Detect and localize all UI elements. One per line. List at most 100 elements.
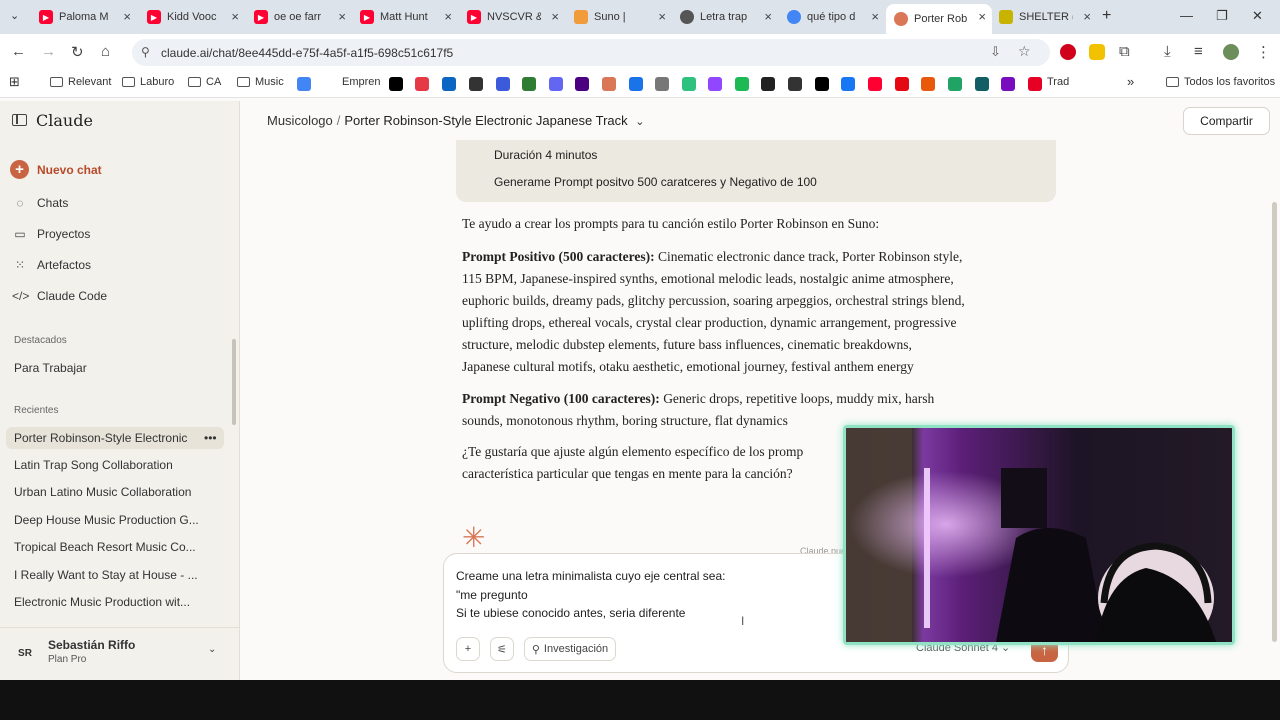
bookmark-ca[interactable]: CA xyxy=(188,76,221,88)
minimize-icon[interactable]: — xyxy=(1180,8,1193,23)
maximize-icon[interactable]: ❐ xyxy=(1216,8,1228,24)
bookmark-site-icon[interactable] xyxy=(735,77,749,91)
share-button[interactable]: Compartir xyxy=(1183,107,1270,135)
browser-tab[interactable]: ▶ Paloma M × xyxy=(31,4,137,30)
bookmark-site-icon[interactable] xyxy=(682,77,696,91)
new-chat-button[interactable]: + Nuevo chat xyxy=(10,160,102,179)
bookmark-trad[interactable]: Trad xyxy=(1047,76,1069,88)
close-tab-icon[interactable]: × xyxy=(231,9,239,24)
recent-chat-item[interactable]: Tropical Beach Resort Music Co... xyxy=(14,540,204,554)
bookmark-site-icon[interactable] xyxy=(297,77,311,91)
close-tab-icon[interactable]: × xyxy=(871,9,879,24)
close-tab-icon[interactable]: × xyxy=(123,9,131,24)
main-scrollbar[interactable] xyxy=(1272,202,1277,642)
browser-tab[interactable]: ▶ NVSCVR & × xyxy=(459,4,565,30)
menu-dots-icon[interactable]: ⋮ xyxy=(1256,43,1271,61)
close-tab-icon[interactable]: × xyxy=(1083,9,1091,24)
browser-tab[interactable]: qué tipo d × xyxy=(779,4,885,30)
reload-icon[interactable]: ↻ xyxy=(71,43,84,61)
close-tab-icon[interactable]: × xyxy=(764,9,772,24)
bookmark-site-icon[interactable] xyxy=(788,77,802,91)
bookmark-emprendimiento[interactable]: Empren xyxy=(342,76,381,88)
sidebar-item-artifacts[interactable]: ⁙ Artefactos xyxy=(12,258,91,272)
bookmark-site-icon[interactable] xyxy=(575,77,589,91)
opera-extension-icon[interactable] xyxy=(1060,44,1076,60)
browser-tab[interactable]: ▶ Kidd Vooc × xyxy=(139,4,245,30)
bookmark-music[interactable]: Music xyxy=(237,76,284,88)
bookmark-relevant[interactable]: Relevant xyxy=(50,76,111,88)
bookmark-site-icon[interactable] xyxy=(549,77,563,91)
browser-tab[interactable]: Letra trap × xyxy=(672,4,778,30)
recent-chat-item[interactable]: I Really Want to Stay at House - ... xyxy=(14,568,204,582)
new-tab-button[interactable]: + xyxy=(1102,7,1111,25)
recent-chat-item[interactable]: Deep House Music Production G... xyxy=(14,513,204,527)
address-bar[interactable]: ⚲ claude.ai/chat/8ee445dd-e75f-4a5f-a1f5… xyxy=(132,39,1050,66)
sidebar-toggle-icon[interactable] xyxy=(12,114,27,126)
apps-grid-icon[interactable]: ⊞ xyxy=(9,74,20,90)
recent-chat-item[interactable]: Electronic Music Production wit... xyxy=(14,595,204,609)
bookmark-site-icon[interactable] xyxy=(841,77,855,91)
brand-logo[interactable]: Claude xyxy=(36,111,93,130)
browser-tab[interactable]: Suno | × xyxy=(566,4,672,30)
bookmark-site-icon[interactable] xyxy=(469,77,483,91)
home-icon[interactable]: ⌂ xyxy=(101,43,110,60)
browser-tab[interactable]: Porter Rob × xyxy=(886,4,992,34)
recent-chat-item[interactable]: Urban Latino Music Collaboration xyxy=(14,485,204,499)
attach-button[interactable]: + xyxy=(456,637,480,661)
sidebar-item-chats[interactable]: ◌ Chats xyxy=(12,196,68,210)
bookmark-site-icon[interactable] xyxy=(522,77,536,91)
close-tab-icon[interactable]: × xyxy=(338,9,346,24)
downloads-icon[interactable]: ⤓ xyxy=(1164,43,1171,60)
recent-chat-item[interactable]: Porter Robinson-Style Electronic xyxy=(14,431,191,445)
close-tab-icon[interactable]: × xyxy=(444,9,452,24)
bookmark-site-icon[interactable] xyxy=(602,77,616,91)
bookmark-site-icon[interactable] xyxy=(655,77,669,91)
tab-list-chevron-icon[interactable]: ⌄ xyxy=(10,9,19,22)
install-app-icon[interactable]: ⇩ xyxy=(990,44,1001,60)
bookmark-site-icon[interactable] xyxy=(1028,77,1042,91)
more-options-icon[interactable]: ••• xyxy=(204,431,217,445)
browser-tab[interactable]: ▶ oe oe farr × xyxy=(246,4,352,30)
close-tab-icon[interactable]: × xyxy=(658,9,666,24)
bookmark-site-icon[interactable] xyxy=(708,77,722,91)
project-link[interactable]: Musicologo xyxy=(267,113,333,128)
bookmark-site-icon[interactable] xyxy=(761,77,775,91)
browser-tab[interactable]: ▶ Matt Hunt × xyxy=(352,4,458,30)
bookmark-star-icon[interactable]: ☆ xyxy=(1018,43,1031,60)
close-tab-icon[interactable]: × xyxy=(978,9,986,24)
recent-chat-item[interactable]: Latin Trap Song Collaboration xyxy=(14,458,204,472)
bookmark-site-icon[interactable] xyxy=(948,77,962,91)
bookmark-site-icon[interactable] xyxy=(815,77,829,91)
bookmark-laburo[interactable]: Laburo xyxy=(122,76,174,88)
reading-list-icon[interactable]: ≡ xyxy=(1194,43,1203,60)
more-bookmarks-icon[interactable]: » xyxy=(1127,74,1134,89)
bookmark-site-icon[interactable] xyxy=(868,77,882,91)
sidebar-item-claude-code[interactable]: </> Claude Code xyxy=(12,289,107,303)
chevron-down-icon[interactable]: ⌄ xyxy=(635,116,644,128)
starred-item[interactable]: Para Trabajar xyxy=(14,361,204,375)
close-tab-icon[interactable]: × xyxy=(551,9,559,24)
sidebar-item-projects[interactable]: ▭ Proyectos xyxy=(12,227,90,241)
back-icon[interactable]: ← xyxy=(11,43,26,60)
close-window-icon[interactable]: ✕ xyxy=(1252,8,1263,24)
sidebar-scrollbar[interactable] xyxy=(232,339,236,425)
bookmark-site-icon[interactable] xyxy=(895,77,909,91)
bookmark-site-icon[interactable] xyxy=(442,77,456,91)
bookmark-site-icon[interactable] xyxy=(415,77,429,91)
bookmark-site-icon[interactable] xyxy=(975,77,989,91)
bookmark-site-icon[interactable] xyxy=(921,77,935,91)
profile-avatar[interactable] xyxy=(1223,44,1239,60)
browser-tab[interactable]: SHELTER (× xyxy=(991,4,1097,30)
extensions-puzzle-icon[interactable]: ⧉ xyxy=(1119,43,1130,60)
chat-title[interactable]: Porter Robinson-Style Electronic Japanes… xyxy=(344,113,627,128)
forward-icon[interactable]: → xyxy=(41,43,56,60)
tools-button[interactable]: ⚟ xyxy=(490,637,514,661)
research-button[interactable]: ⚲ Investigación xyxy=(524,637,616,661)
user-profile[interactable]: SR Sebastián Riffo Plan Pro ⌄ xyxy=(0,627,239,680)
bookmark-all[interactable]: Todos los favoritos xyxy=(1166,76,1275,88)
bookmark-site-icon[interactable] xyxy=(1001,77,1015,91)
bookmark-site-icon[interactable] xyxy=(629,77,643,91)
bookmark-site-icon[interactable] xyxy=(389,77,403,91)
bookmark-site-icon[interactable] xyxy=(496,77,510,91)
extension-yellow-icon[interactable] xyxy=(1089,44,1105,60)
